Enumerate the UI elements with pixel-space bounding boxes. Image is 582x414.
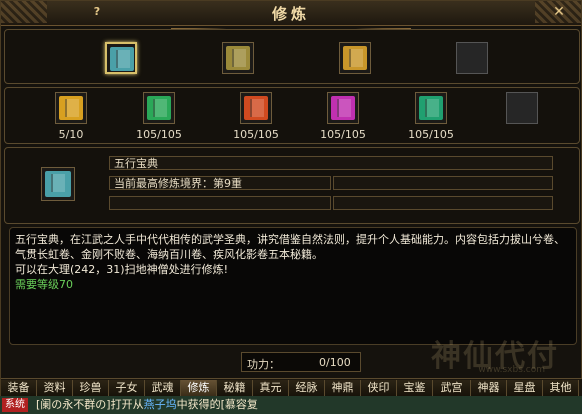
- chat-message: [阑の永不群の]打开从燕子坞中获得的[慕容复: [36, 398, 258, 412]
- element-book-slot-1[interactable]: [55, 92, 87, 124]
- earth-book-icon: [419, 96, 443, 120]
- tab-2[interactable]: 资料: [37, 380, 73, 396]
- window-title: 修炼: [271, 5, 310, 23]
- tab-13[interactable]: 武宫: [433, 380, 471, 396]
- element-book-slot-5[interactable]: [415, 92, 447, 124]
- description-text: 五行宝典，在江武之人手中代代相传的武学圣典，讲究借鉴自然法则，提升个人基础能力。…: [15, 232, 571, 292]
- book-slot-2[interactable]: [222, 42, 254, 74]
- metal-book-icon: [59, 96, 83, 120]
- info-field-empty: [333, 196, 553, 210]
- tab-6[interactable]: 修炼: [181, 380, 217, 396]
- book-slot-4[interactable]: [456, 42, 488, 74]
- book-icon: [343, 46, 367, 70]
- chat-message-suffix: 中获得的[慕容复: [176, 398, 258, 411]
- water-book-icon: [331, 96, 355, 120]
- tab-12[interactable]: 宝鉴: [397, 380, 433, 396]
- book-name-field: 五行宝典: [109, 156, 553, 170]
- tab-7[interactable]: 秘籍: [217, 380, 253, 396]
- element-book-count: 105/105: [320, 128, 366, 141]
- element-book-count: 105/105: [136, 128, 182, 141]
- book-info-panel: 五行宝典 当前最高修炼境界：第9重: [4, 147, 580, 224]
- element-book-slot-2[interactable]: [143, 92, 175, 124]
- title-bar[interactable]: ? 修炼 ✕: [1, 1, 581, 26]
- tab-16[interactable]: 其他: [543, 380, 579, 396]
- element-book-count: 105/105: [233, 128, 279, 141]
- tab-10[interactable]: 神鼎: [325, 380, 361, 396]
- book-icon: [226, 46, 250, 70]
- selected-book-slot[interactable]: [41, 167, 75, 201]
- element-book-count: 105/105: [408, 128, 454, 141]
- five-elements-book-icon: [110, 47, 134, 71]
- tab-15[interactable]: 星盘: [507, 380, 543, 396]
- cultivation-window: ? 修炼 ✕ 5/10 105/105 105/105 105/105 105/…: [0, 0, 582, 397]
- realm-field: 当前最高修炼境界：第9重: [109, 176, 331, 190]
- power-value: 0/100: [319, 356, 351, 369]
- watermark-url: www.sxbs.com: [478, 365, 545, 375]
- element-book-slot-6[interactable]: [506, 92, 538, 124]
- close-button[interactable]: ✕: [551, 4, 567, 20]
- element-books-panel: 5/10 105/105 105/105 105/105 105/105: [4, 87, 580, 144]
- tab-14[interactable]: 神器: [471, 380, 507, 396]
- tab-5[interactable]: 武魂: [145, 380, 181, 396]
- tab-4[interactable]: 子女: [109, 380, 145, 396]
- tab-11[interactable]: 侠印: [361, 380, 397, 396]
- element-book-slot-4[interactable]: [327, 92, 359, 124]
- chat-bar: 系统 [阑の永不群の]打开从燕子坞中获得的[慕容复: [0, 396, 582, 414]
- book-slot-1[interactable]: [105, 42, 137, 74]
- chat-channel-tag[interactable]: 系统: [2, 398, 28, 412]
- tab-9[interactable]: 经脉: [289, 380, 325, 396]
- info-field-empty: [109, 196, 331, 210]
- description-line: 五行宝典，在江武之人手中代代相传的武学圣典，讲究借鉴自然法则，提升个人基础能力。…: [15, 233, 565, 261]
- power-label: 功力：: [247, 358, 280, 371]
- book-slot-3[interactable]: [339, 42, 371, 74]
- tab-1[interactable]: 装备: [1, 380, 37, 396]
- level-requirement: 需要等级70: [15, 278, 73, 291]
- five-elements-book-icon: [45, 171, 71, 197]
- tab-bar: 装备 资料 珍兽 子女 武魂 修炼 秘籍 真元 经脉 神鼎 侠印 宝鉴 武宫 神器 星盘 其他: [1, 378, 582, 397]
- fire-book-icon: [244, 96, 268, 120]
- info-field-empty: [333, 176, 553, 190]
- chat-item-link[interactable]: 燕子坞: [144, 398, 177, 411]
- wood-book-icon: [147, 96, 171, 120]
- book-category-panel: [4, 29, 580, 84]
- tab-3[interactable]: 珍兽: [73, 380, 109, 396]
- tab-8[interactable]: 真元: [253, 380, 289, 396]
- element-book-slot-3[interactable]: [240, 92, 272, 124]
- training-location: 可以在大理(242，31)扫地神僧处进行修炼!: [15, 263, 228, 276]
- description-panel: 五行宝典，在江武之人手中代代相传的武学圣典，讲究借鉴自然法则，提升个人基础能力。…: [9, 227, 577, 345]
- element-book-count: 5/10: [58, 128, 84, 141]
- chat-message-prefix: [阑の永不群の]打开从: [36, 398, 144, 411]
